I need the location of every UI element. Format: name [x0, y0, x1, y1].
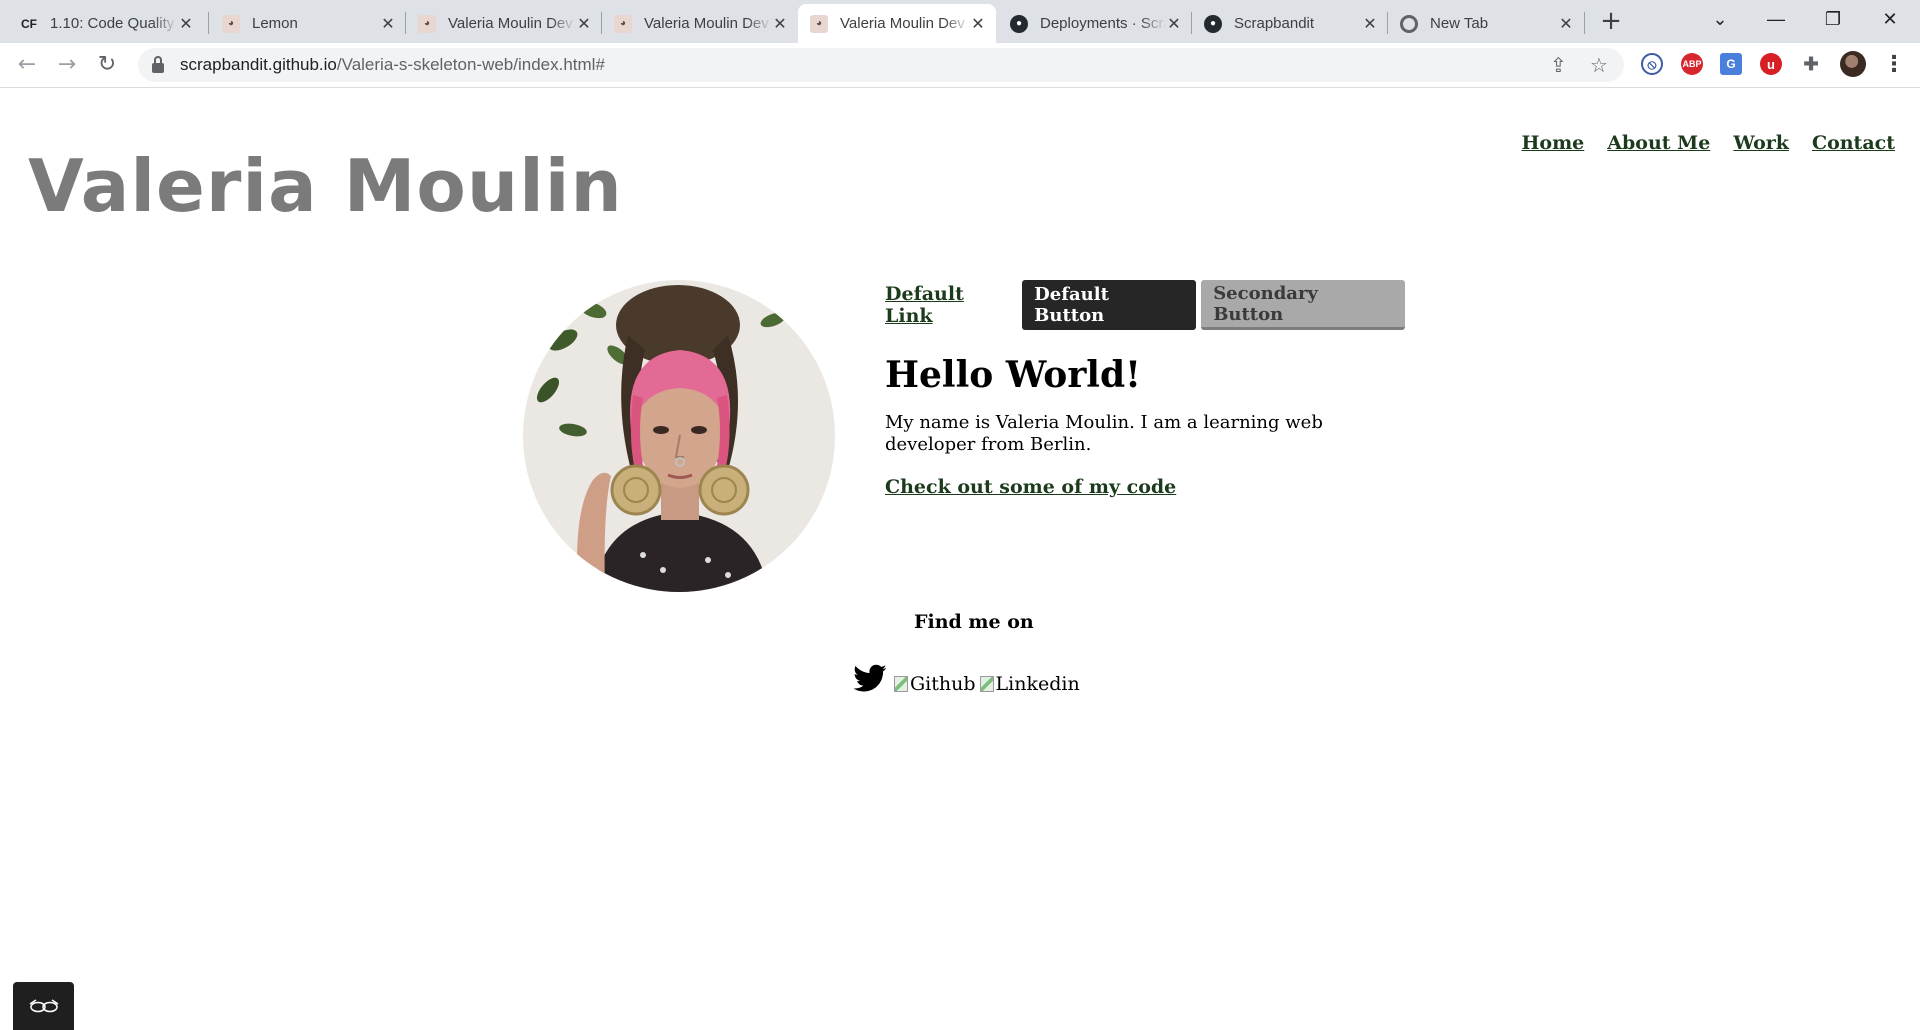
default-link[interactable]: Default Link	[885, 283, 1017, 327]
lock-icon[interactable]	[152, 56, 164, 73]
close-tab-icon[interactable]: ✕	[772, 14, 788, 34]
github-alt-text: Github	[910, 673, 976, 695]
github-icon: ●	[1010, 14, 1028, 33]
browser-tab-active[interactable]: ◕ Valeria Moulin Dev ✕	[798, 4, 996, 43]
adblock-extension-icon[interactable]: ABP	[1681, 53, 1703, 75]
twitter-icon[interactable]	[850, 661, 890, 697]
secondary-button[interactable]: Secondary Button	[1201, 280, 1405, 330]
github-link[interactable]: Github	[894, 673, 976, 697]
nav-link-about[interactable]: About Me	[1607, 132, 1710, 154]
accessibility-glasses-button[interactable]	[13, 982, 74, 1030]
site-title: Valeria Moulin	[28, 144, 623, 228]
block-extension-icon[interactable]: ⦸	[1641, 53, 1663, 75]
browser-tab[interactable]: ● Deployments · Scrapbandit ✕	[998, 4, 1192, 43]
tab-search-button[interactable]: ⌄	[1690, 0, 1750, 40]
find-me-label: Find me on	[914, 611, 1034, 633]
browser-tab[interactable]: CF 1.10: Code Quality ✕	[8, 4, 204, 43]
page-viewport: Valeria Moulin Home About Me Work Contac…	[0, 88, 1920, 1030]
intro-section: Default Link Default Button Secondary Bu…	[885, 280, 1405, 498]
address-bar[interactable]: scrapbandit.github.io/Valeria-s-skeleton…	[138, 48, 1624, 82]
tab-separator	[1584, 12, 1585, 34]
linkedin-alt-text: Linkedin	[995, 673, 1080, 695]
close-window-button[interactable]: ✕	[1860, 0, 1920, 40]
default-button[interactable]: Default Button	[1022, 280, 1197, 330]
tab-title: Lemon	[252, 15, 298, 32]
restore-button[interactable]: ❐	[1803, 0, 1863, 40]
browser-tab[interactable]: New Tab ✕	[1388, 4, 1584, 43]
nav-link-home[interactable]: Home	[1521, 132, 1584, 154]
tab-title: Deployments · Scrapbandit	[1040, 15, 1166, 32]
forward-button[interactable]: →	[53, 51, 81, 79]
social-links: Github Linkedin	[850, 661, 1080, 697]
main-nav: Home About Me Work Contact	[1521, 132, 1895, 154]
cat-icon: ◕	[418, 14, 436, 33]
url-host: scrapbandit.github.io	[180, 55, 337, 74]
nav-link-contact[interactable]: Contact	[1812, 132, 1895, 154]
tab-title: Scrapbandit	[1234, 15, 1315, 32]
tab-strip: CF 1.10: Code Quality ✕ ◕ Lemon ✕ ◕ Vale…	[0, 0, 1920, 43]
reload-button[interactable]: ↻	[93, 51, 121, 79]
browser-tab[interactable]: ◕ Valeria Moulin Dev ✕	[406, 4, 602, 43]
close-tab-icon[interactable]: ✕	[1558, 14, 1574, 34]
close-tab-icon[interactable]: ✕	[380, 14, 396, 34]
close-tab-icon[interactable]: ✕	[178, 14, 194, 34]
cat-icon: ◕	[810, 14, 828, 33]
cat-icon: ◕	[614, 14, 632, 33]
close-tab-icon[interactable]: ✕	[1166, 14, 1182, 34]
browser-tab[interactable]: ● Scrapbandit ✕	[1192, 4, 1388, 43]
broken-image-icon	[979, 676, 994, 692]
bookmark-star-icon[interactable]: ☆	[1590, 53, 1608, 78]
tab-title: Valeria Moulin Dev	[448, 15, 573, 32]
code-link[interactable]: Check out some of my code	[885, 476, 1176, 498]
intro-text: My name is Valeria Moulin. I am a learni…	[885, 412, 1323, 455]
linkedin-link[interactable]: Linkedin	[979, 673, 1080, 697]
translate-extension-icon[interactable]: G	[1720, 53, 1742, 75]
tab-separator	[208, 12, 209, 34]
browser-menu-icon[interactable]: ⋮	[1880, 51, 1908, 79]
share-icon[interactable]: ⇪	[1550, 53, 1567, 78]
profile-photo	[523, 280, 835, 592]
chrome-icon	[1400, 14, 1418, 33]
glasses-icon	[29, 999, 58, 1013]
minimize-button[interactable]: —	[1746, 0, 1806, 40]
new-tab-button[interactable]: +	[1596, 8, 1626, 36]
github-icon: ●	[1204, 14, 1222, 33]
ublock-extension-icon[interactable]: u	[1760, 53, 1782, 75]
close-tab-icon[interactable]: ✕	[1362, 14, 1378, 34]
puzzle-extension-icon[interactable]: ✚	[1800, 53, 1822, 75]
tab-title: New Tab	[1430, 15, 1489, 32]
browser-tab[interactable]: ◕ Lemon ✕	[210, 4, 406, 43]
close-tab-icon[interactable]: ✕	[576, 14, 592, 34]
profile-avatar[interactable]	[1840, 51, 1866, 77]
tab-title: Valeria Moulin Dev	[840, 15, 965, 32]
browser-tab[interactable]: ◕ Valeria Moulin Dev ✕	[602, 4, 798, 43]
cat-icon: ◕	[222, 14, 240, 33]
broken-image-icon	[894, 676, 908, 692]
close-tab-icon[interactable]: ✕	[970, 14, 986, 34]
browser-toolbar: ← → ↻ scrapbandit.github.io/Valeria-s-sk…	[0, 43, 1920, 88]
page-heading: Hello World!	[885, 354, 1141, 396]
cf-icon: CF	[21, 16, 37, 31]
tab-title: Valeria Moulin Dev	[644, 15, 769, 32]
nav-link-work[interactable]: Work	[1733, 132, 1789, 154]
back-button[interactable]: ←	[13, 51, 41, 79]
tab-title: 1.10: Code Quality	[50, 15, 175, 32]
url-path: /Valeria-s-skeleton-web/index.html#	[336, 55, 605, 74]
button-row: Default Link Default Button Secondary Bu…	[885, 280, 1405, 330]
